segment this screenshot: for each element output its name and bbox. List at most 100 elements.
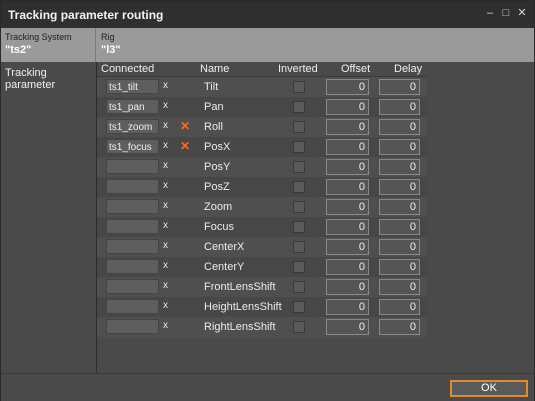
left-pane: Tracking parameter xyxy=(1,62,97,373)
routing-dialog: Tracking parameter routing – □ ✕ Trackin… xyxy=(0,0,535,401)
clear-connection-button[interactable]: x xyxy=(163,280,168,291)
ok-button[interactable]: OK xyxy=(450,380,528,397)
table-row: x HeightLensShift 0 0 xyxy=(97,297,427,317)
offset-input[interactable]: 0 xyxy=(326,299,369,315)
delay-input[interactable]: 0 xyxy=(379,299,420,315)
table-row: ts1_tilt x Tilt 0 0 xyxy=(97,77,427,97)
connected-source-field[interactable] xyxy=(106,299,159,314)
header-bar: Tracking System "ts2" Rig "l3" xyxy=(1,28,534,62)
inverted-checkbox[interactable] xyxy=(293,181,305,193)
connected-source-field[interactable] xyxy=(106,199,159,214)
offset-input[interactable]: 0 xyxy=(326,239,369,255)
offset-input[interactable]: 0 xyxy=(326,119,369,135)
inverted-checkbox[interactable] xyxy=(293,261,305,273)
delay-input[interactable]: 0 xyxy=(379,79,420,95)
connected-source-field[interactable] xyxy=(106,219,159,234)
minimize-icon[interactable]: – xyxy=(483,6,497,20)
parameter-name: HeightLensShift xyxy=(204,301,282,313)
parameter-name: RightLensShift xyxy=(204,321,276,333)
clear-connection-button[interactable]: x xyxy=(163,120,168,131)
inverted-checkbox[interactable] xyxy=(293,141,305,153)
title-bar: Tracking parameter routing – □ ✕ xyxy=(1,1,534,28)
delay-input[interactable]: 0 xyxy=(379,239,420,255)
inverted-checkbox[interactable] xyxy=(293,321,305,333)
table-row: x RightLensShift 0 0 xyxy=(97,317,427,337)
connected-source-field[interactable] xyxy=(106,319,159,334)
inverted-checkbox[interactable] xyxy=(293,281,305,293)
inverted-checkbox[interactable] xyxy=(293,201,305,213)
delay-input[interactable]: 0 xyxy=(379,219,420,235)
cross-icon: ✕ xyxy=(180,139,191,153)
inverted-checkbox[interactable] xyxy=(293,101,305,113)
delay-input[interactable]: 0 xyxy=(379,279,420,295)
connected-source-field[interactable] xyxy=(106,239,159,254)
window-title: Tracking parameter routing xyxy=(8,8,164,22)
maximize-icon[interactable]: □ xyxy=(499,6,513,20)
offset-input[interactable]: 0 xyxy=(326,79,369,95)
offset-input[interactable]: 0 xyxy=(326,179,369,195)
delay-input[interactable]: 0 xyxy=(379,159,420,175)
connected-source-field[interactable] xyxy=(106,259,159,274)
connected-source-field[interactable]: ts1_pan xyxy=(106,99,159,114)
delay-input[interactable]: 0 xyxy=(379,199,420,215)
parameter-name: Zoom xyxy=(204,201,233,213)
offset-input[interactable]: 0 xyxy=(326,219,369,235)
column-inverted[interactable]: Inverted xyxy=(278,63,318,75)
clear-connection-button[interactable]: x xyxy=(163,100,168,111)
clear-connection-button[interactable]: x xyxy=(163,220,168,231)
table-row: ts1_zoom x ✕ Roll 0 0 xyxy=(97,117,427,137)
connected-source-field[interactable] xyxy=(106,179,159,194)
clear-connection-button[interactable]: x xyxy=(163,200,168,211)
offset-input[interactable]: 0 xyxy=(326,279,369,295)
parameter-name: FrontLensShift xyxy=(204,281,276,293)
inverted-checkbox[interactable] xyxy=(293,221,305,233)
table-row: x PosZ 0 0 xyxy=(97,177,427,197)
delay-input[interactable]: 0 xyxy=(379,179,420,195)
table-row: x PosY 0 0 xyxy=(97,157,427,177)
column-delay[interactable]: Delay xyxy=(394,63,422,75)
clear-connection-button[interactable]: x xyxy=(163,320,168,331)
close-icon[interactable]: ✕ xyxy=(515,6,529,20)
offset-input[interactable]: 0 xyxy=(326,139,369,155)
offset-input[interactable]: 0 xyxy=(326,259,369,275)
offset-input[interactable]: 0 xyxy=(326,159,369,175)
column-connected[interactable]: Connected xyxy=(101,63,154,75)
clear-connection-button[interactable]: x xyxy=(163,140,168,151)
connected-source-field[interactable]: ts1_focus xyxy=(106,139,159,154)
column-offset[interactable]: Offset xyxy=(341,63,370,75)
parameter-name: PosY xyxy=(204,161,231,173)
offset-input[interactable]: 0 xyxy=(326,319,369,335)
table-row: x CenterY 0 0 xyxy=(97,257,427,277)
parameter-name: CenterX xyxy=(204,241,245,253)
connected-source-field[interactable]: ts1_zoom xyxy=(106,119,159,134)
tracking-system-cell: Tracking System "ts2" xyxy=(1,28,95,62)
clear-connection-button[interactable]: x xyxy=(163,300,168,311)
cross-icon: ✕ xyxy=(180,119,191,133)
clear-connection-button[interactable]: x xyxy=(163,160,168,171)
parameter-name: CenterY xyxy=(204,261,245,273)
connected-source-field[interactable]: ts1_tilt xyxy=(106,79,159,94)
delay-input[interactable]: 0 xyxy=(379,99,420,115)
parameter-name: Focus xyxy=(204,221,234,233)
rig-label: Rig xyxy=(101,32,115,42)
column-name[interactable]: Name xyxy=(200,63,229,75)
delay-input[interactable]: 0 xyxy=(379,139,420,155)
rig-cell: Rig "l3" xyxy=(97,28,534,62)
clear-connection-button[interactable]: x xyxy=(163,240,168,251)
inverted-checkbox[interactable] xyxy=(293,81,305,93)
inverted-checkbox[interactable] xyxy=(293,241,305,253)
inverted-checkbox[interactable] xyxy=(293,161,305,173)
clear-connection-button[interactable]: x xyxy=(163,80,168,91)
delay-input[interactable]: 0 xyxy=(379,319,420,335)
table-row: ts1_pan x Pan 0 0 xyxy=(97,97,427,117)
offset-input[interactable]: 0 xyxy=(326,99,369,115)
clear-connection-button[interactable]: x xyxy=(163,260,168,271)
connected-source-field[interactable] xyxy=(106,279,159,294)
inverted-checkbox[interactable] xyxy=(293,301,305,313)
connected-source-field[interactable] xyxy=(106,159,159,174)
inverted-checkbox[interactable] xyxy=(293,121,305,133)
clear-connection-button[interactable]: x xyxy=(163,180,168,191)
offset-input[interactable]: 0 xyxy=(326,199,369,215)
delay-input[interactable]: 0 xyxy=(379,119,420,135)
delay-input[interactable]: 0 xyxy=(379,259,420,275)
